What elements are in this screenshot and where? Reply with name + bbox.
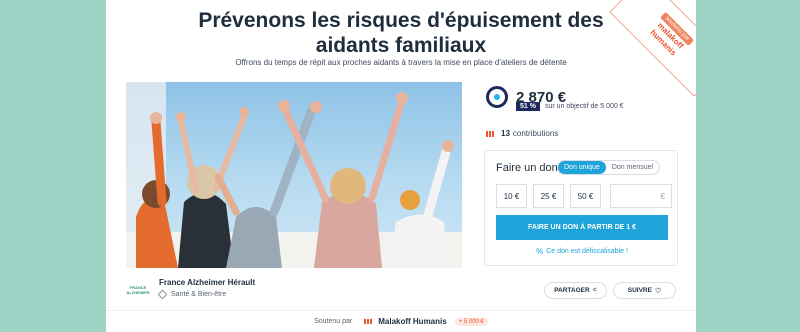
custom-amount-input[interactable]: € bbox=[610, 184, 672, 208]
tax-note: Ce don est défiscalisable ! bbox=[546, 248, 628, 255]
tag-icon bbox=[157, 289, 168, 300]
org-logo-line2: ALZHEIMER bbox=[126, 290, 150, 295]
follow-label: SUIVRE bbox=[627, 287, 652, 294]
sponsor-logo-icon bbox=[364, 319, 374, 324]
percent-badge: 51 % bbox=[516, 102, 540, 111]
contributions-label: contributions bbox=[512, 129, 559, 138]
donate-button[interactable]: FAIRE UN DON À PARTIR DE 1 € bbox=[496, 215, 668, 240]
sponsor-amount: + 5 000 € bbox=[454, 317, 488, 326]
donation-heading: Faire un don bbox=[496, 162, 558, 174]
progress-row: 51 % sur un objectif de 5 000 € bbox=[516, 102, 624, 111]
sponsor-name[interactable]: Malakoff Humanis bbox=[378, 317, 446, 326]
category-label: Santé & Bien-être bbox=[171, 291, 227, 298]
donation-card: Faire un don Don unique Don mensuel 10 €… bbox=[484, 150, 678, 266]
amount-option-50[interactable]: 50 € bbox=[570, 184, 601, 208]
share-button[interactable]: PARTAGER < bbox=[544, 282, 607, 299]
title-line-2: aidants familiaux bbox=[315, 34, 487, 57]
supported-by-label: Soutenu par bbox=[314, 318, 353, 325]
page-title: Prévenons les risques d'épuisement des a… bbox=[106, 8, 696, 58]
share-label: PARTAGER bbox=[554, 287, 590, 294]
tab-monthly-donation[interactable]: Don mensuel bbox=[606, 161, 659, 174]
hero-image bbox=[126, 82, 462, 268]
amount-option-10[interactable]: 10 € bbox=[496, 184, 527, 208]
organization-category: Santé & Bien-être bbox=[157, 289, 227, 300]
heart-icon: ♡ bbox=[654, 287, 662, 295]
title-line-1: Prévenons les risques d'épuisement des bbox=[198, 9, 604, 32]
follow-button[interactable]: SUIVRE ♡ bbox=[613, 282, 676, 299]
page-subtitle: Offrons du temps de répit aux proches ai… bbox=[235, 58, 567, 67]
objective-text: sur un objectif de 5 000 € bbox=[544, 103, 624, 110]
donation-frequency-toggle: Don unique Don mensuel bbox=[557, 160, 661, 175]
organization-name[interactable]: France Alzheimer Hérault bbox=[159, 278, 255, 287]
campaign-page: soutenu par malakoff humanis Prévenons l… bbox=[106, 0, 696, 332]
contributions-row: 13 contributions bbox=[486, 129, 558, 138]
tax-note-row[interactable]: % Ce don est défiscalisable ! bbox=[485, 247, 679, 256]
contributions-count: 13 bbox=[501, 129, 510, 138]
contributions-icon bbox=[486, 130, 496, 137]
tab-single-donation[interactable]: Don unique bbox=[558, 161, 606, 174]
percent-icon: % bbox=[536, 247, 544, 256]
organization-logo[interactable]: FRANCE ALZHEIMER bbox=[126, 280, 150, 300]
sponsor-footer: Soutenu par Malakoff Humanis + 5 000 € bbox=[106, 310, 696, 332]
progress-ring-icon bbox=[486, 86, 508, 108]
amount-option-25[interactable]: 25 € bbox=[533, 184, 564, 208]
share-icon: < bbox=[592, 287, 597, 294]
hero-illustration bbox=[126, 82, 462, 268]
amount-options: 10 € 25 € 50 € € bbox=[496, 184, 672, 208]
